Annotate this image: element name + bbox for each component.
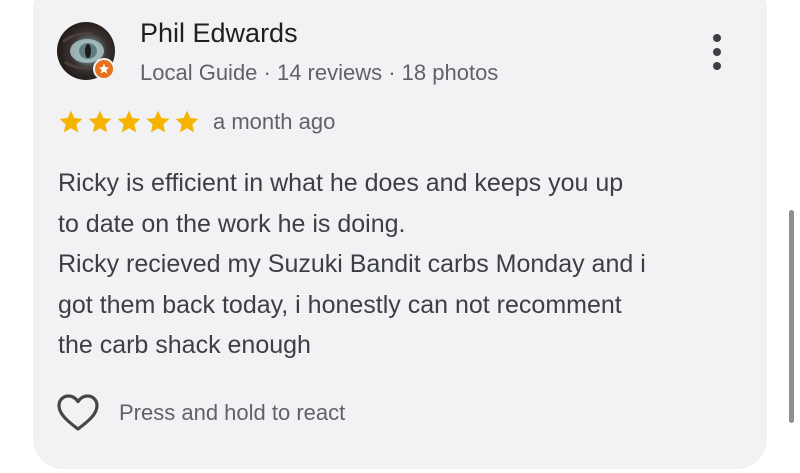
local-guide-badge-icon	[93, 58, 115, 80]
star-icon	[86, 108, 114, 136]
star-icon	[173, 108, 201, 136]
review-text-line: to date on the work he is doing.	[58, 209, 406, 238]
react-button[interactable]	[56, 393, 100, 433]
review-text: Ricky is efficient in what he does and k…	[58, 163, 748, 366]
star-rating	[57, 108, 201, 136]
heart-outline-icon	[57, 394, 99, 431]
more-vert-dot	[713, 62, 721, 70]
author-name[interactable]: Phil Edwards	[140, 18, 298, 49]
review-time: a month ago	[213, 109, 336, 134]
more-options-button[interactable]	[700, 30, 734, 74]
review-text-line: Ricky is efficient in what he does and k…	[58, 169, 624, 197]
star-icon	[144, 108, 172, 136]
star-icon	[115, 108, 143, 136]
scrollbar[interactable]	[789, 210, 794, 423]
react-label[interactable]: Press and hold to react	[119, 400, 345, 426]
review-text-line: Ricky recieved my Suzuki Bandit carbs Mo…	[58, 250, 646, 279]
author-meta: Local Guide · 14 reviews · 18 photos	[140, 60, 499, 85]
more-vert-icon	[713, 34, 721, 42]
star-icon	[57, 108, 85, 136]
review-text-line: the carb shack enough	[58, 331, 311, 360]
more-vert-dot	[713, 48, 721, 56]
review-text-line: got them back today, i honestly can not …	[58, 290, 622, 319]
